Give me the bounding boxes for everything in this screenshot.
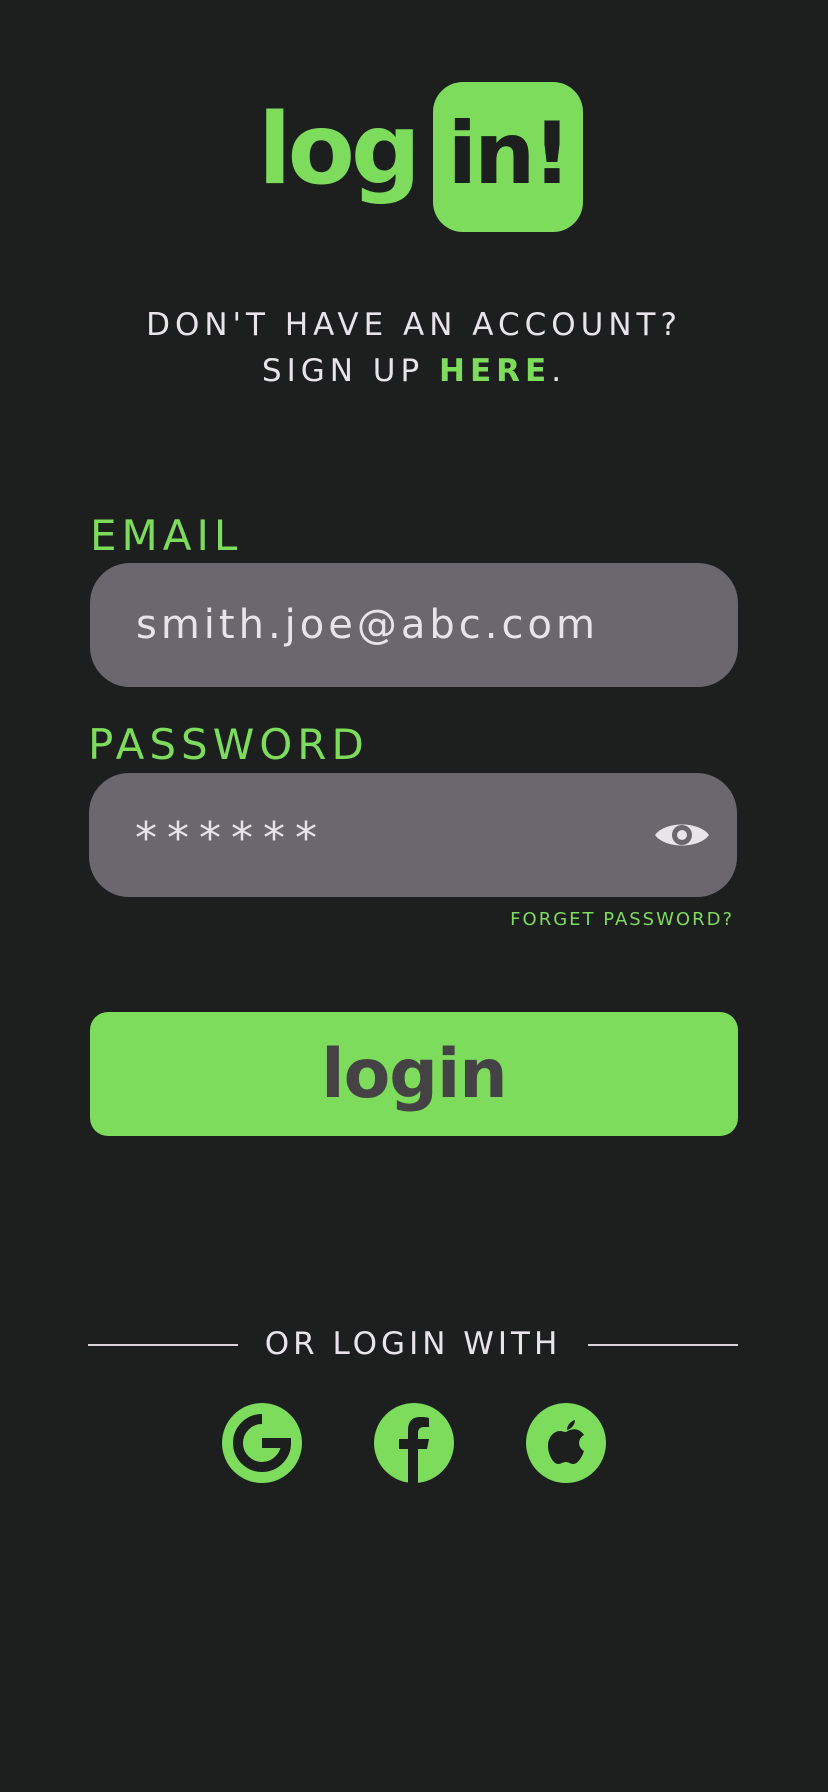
- apple-login-button[interactable]: [526, 1403, 606, 1483]
- apple-icon: [548, 1420, 584, 1464]
- google-icon: [233, 1414, 292, 1472]
- signup-prompt: DON'T HAVE AN ACCOUNT? SIGN UP HERE.: [0, 302, 828, 394]
- signup-prefix: SIGN UP: [261, 353, 425, 389]
- logo-badge: in!: [433, 82, 584, 232]
- email-field[interactable]: smith.joe@abc.com: [90, 563, 738, 687]
- signup-question: DON'T HAVE AN ACCOUNT?: [146, 307, 682, 343]
- signup-line: SIGN UP HERE.: [0, 348, 828, 394]
- app-logo: log in!: [258, 82, 584, 232]
- divider-right: [588, 1344, 738, 1346]
- logo-text-log: log: [258, 93, 421, 207]
- signup-suffix: .: [551, 353, 567, 389]
- google-login-button[interactable]: [222, 1403, 302, 1483]
- facebook-icon: [399, 1417, 429, 1483]
- facebook-login-button[interactable]: [374, 1403, 454, 1483]
- login-button[interactable]: login: [90, 1012, 738, 1136]
- email-label: EMAIL: [90, 511, 243, 560]
- forgot-password-link[interactable]: FORGET PASSWORD?: [510, 909, 734, 930]
- email-value: smith.joe@abc.com: [136, 602, 599, 648]
- password-label: PASSWORD: [88, 720, 369, 769]
- social-divider-label: OR LOGIN WITH: [264, 1326, 562, 1362]
- password-field[interactable]: ******: [89, 773, 737, 897]
- eye-icon[interactable]: [653, 817, 711, 853]
- divider-left: [88, 1344, 238, 1346]
- logo-text-in: in!: [447, 104, 572, 204]
- password-value: ******: [135, 812, 327, 864]
- signup-here-link[interactable]: HERE: [439, 353, 551, 389]
